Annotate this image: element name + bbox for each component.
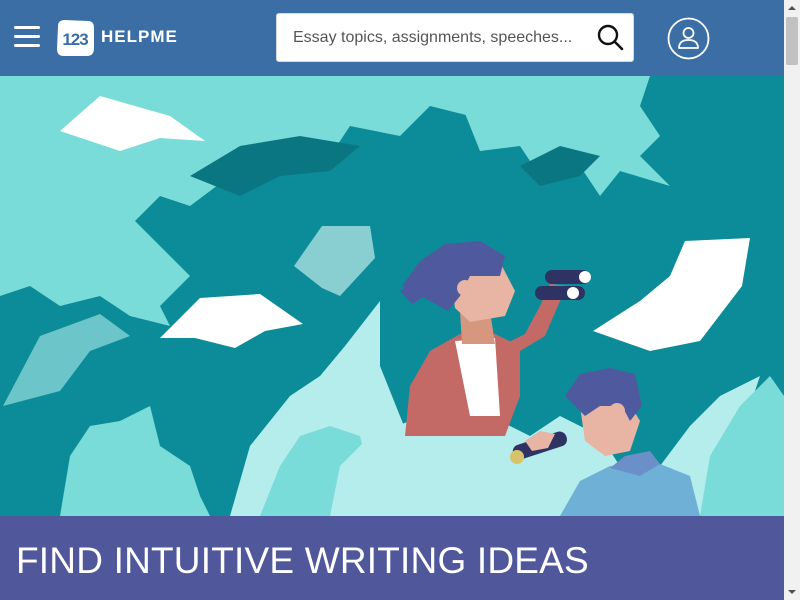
hamburger-menu-button[interactable] [14,22,42,52]
hero-illustration [0,76,784,516]
logo-text[interactable]: HELPME [101,27,178,47]
logo-badge-icon[interactable]: 123 [54,18,96,58]
menu-bar [14,35,40,38]
user-account-icon[interactable] [667,17,710,60]
logo-badge-text: 123 [62,30,88,49]
scroll-down-arrow-icon[interactable] [784,584,800,600]
scrollbar-thumb[interactable] [786,17,798,65]
man-ear [609,403,625,419]
scroll-up-arrow-icon[interactable] [784,0,800,16]
page-scrollbar[interactable] [784,0,800,600]
search-input[interactable] [277,14,577,61]
menu-bar [14,26,40,29]
search-icon[interactable] [595,22,627,54]
hero-title: FIND INTUITIVE WRITING IDEAS [16,540,589,581]
search-bar [276,13,634,62]
woman-ear [457,280,473,296]
site-header: 123 HELPME [0,0,784,76]
hero-artwork [0,76,784,516]
menu-bar [14,44,40,47]
